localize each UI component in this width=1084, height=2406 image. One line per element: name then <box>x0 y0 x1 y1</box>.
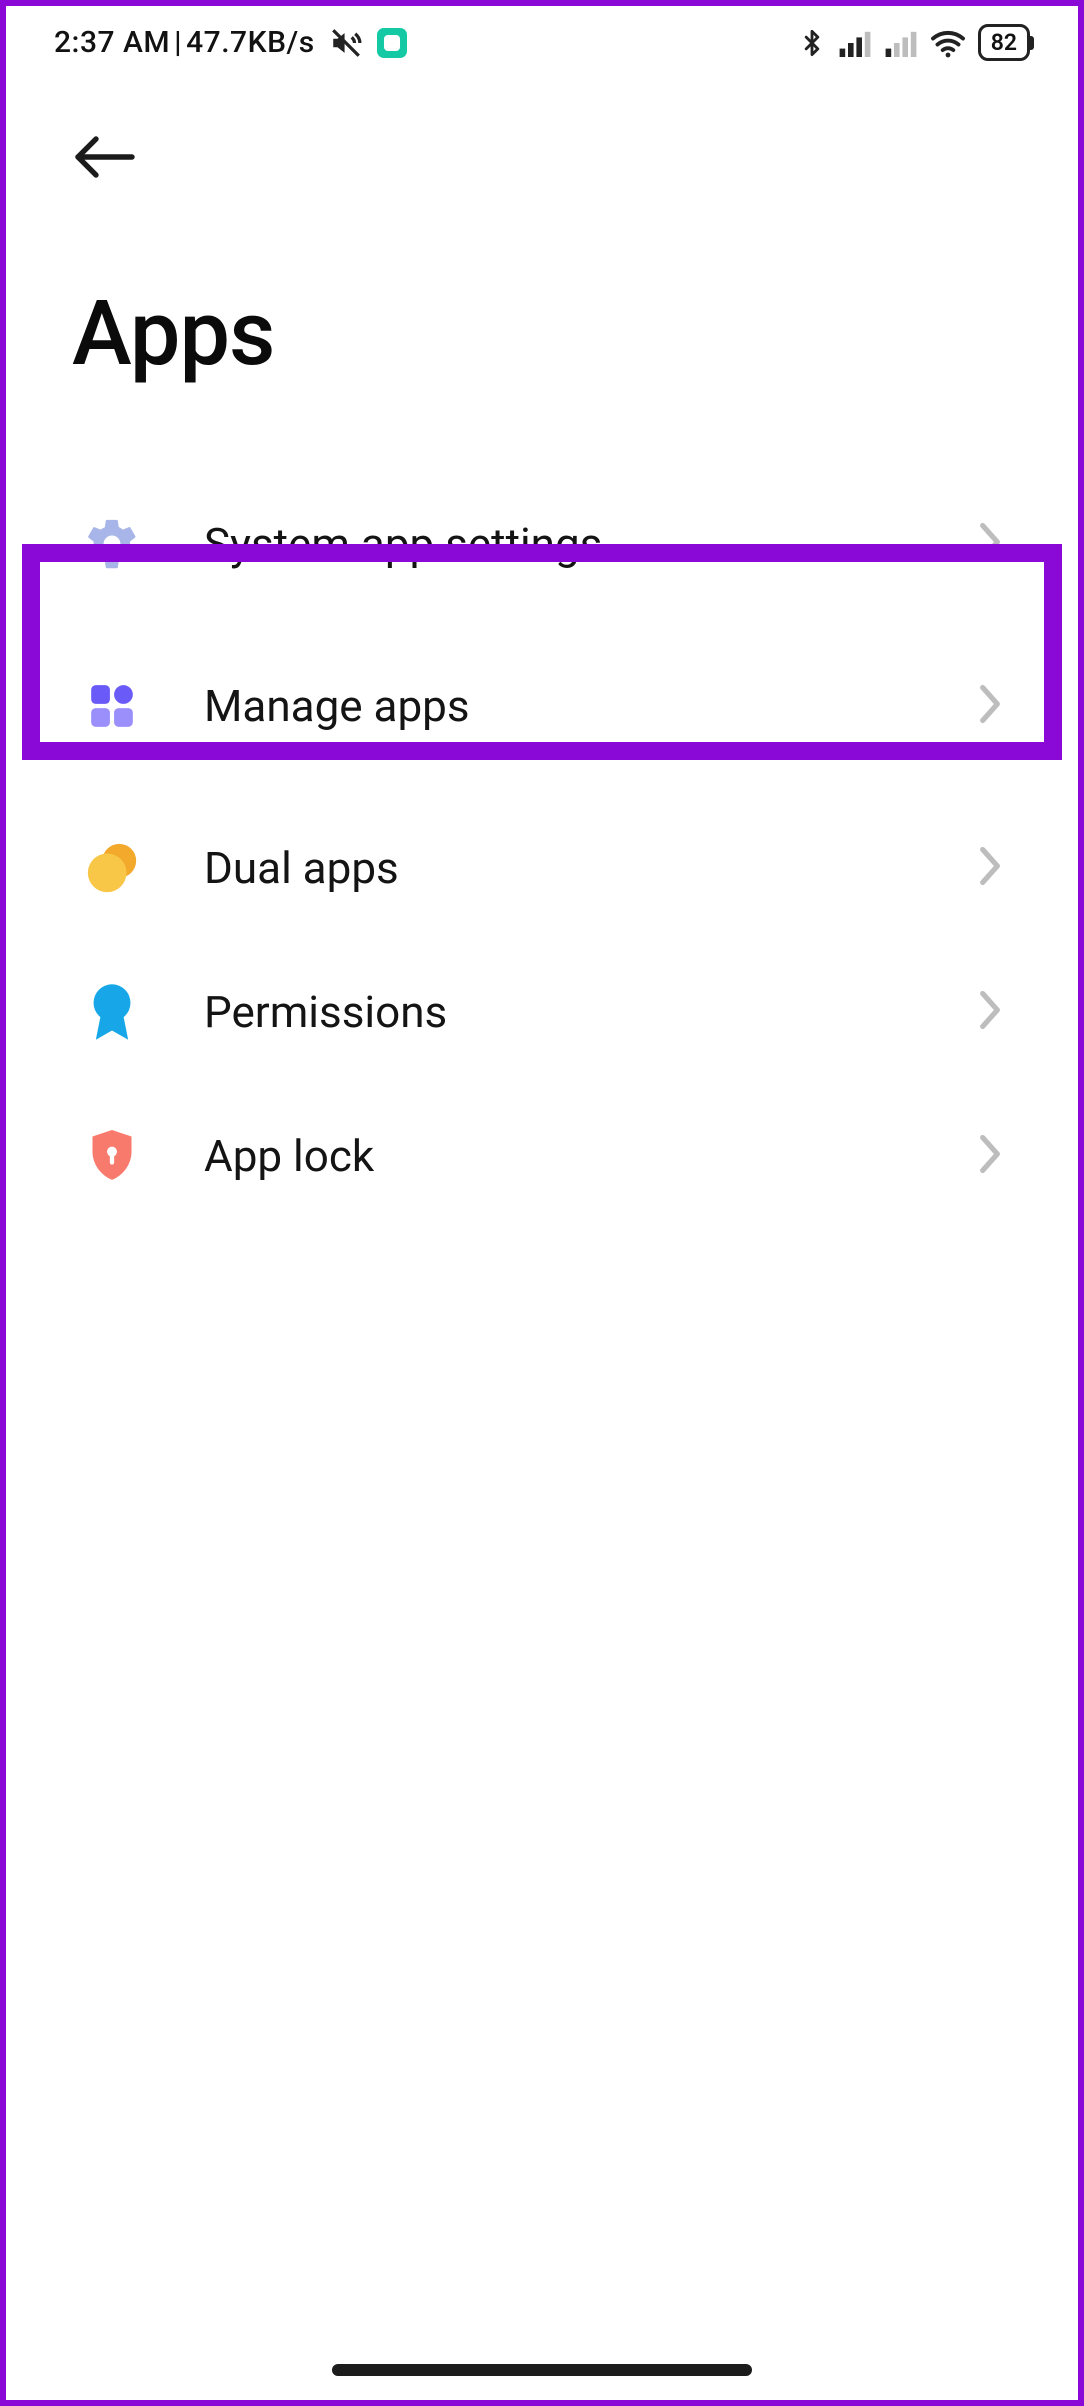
signal-weak-icon <box>884 29 918 57</box>
dual-circle-icon <box>80 836 144 900</box>
row-permissions[interactable]: Permissions <box>6 940 1078 1084</box>
nav-indicator[interactable] <box>332 2364 752 2376</box>
back-button[interactable] <box>72 133 138 181</box>
row-label: Dual apps <box>204 842 976 894</box>
arrow-left-icon <box>72 133 138 181</box>
status-time: 2:37 AM|47.7KB/s <box>54 25 315 60</box>
apps-grid-icon <box>80 674 144 738</box>
status-right: 82 <box>798 24 1030 61</box>
device-frame: 2:37 AM|47.7KB/s <box>0 0 1084 2406</box>
signal-icon <box>838 29 872 57</box>
row-label: App lock <box>204 1130 976 1182</box>
battery-percent: 82 <box>991 29 1017 56</box>
mute-icon <box>329 26 363 60</box>
bluetooth-icon <box>798 26 826 60</box>
row-label: Manage apps <box>204 680 976 732</box>
row-label: Permissions <box>204 986 976 1038</box>
settings-list: System app settings Manage apps <box>6 410 1078 1228</box>
chevron-right-icon <box>976 988 1004 1036</box>
wifi-icon <box>930 28 966 58</box>
chevron-right-icon <box>976 844 1004 892</box>
row-dual-apps[interactable]: Dual apps <box>6 796 1078 940</box>
chevron-right-icon <box>976 520 1004 568</box>
gear-icon <box>80 512 144 576</box>
chevron-right-icon <box>976 682 1004 730</box>
page-title: Apps <box>72 281 1012 386</box>
award-icon <box>80 980 144 1044</box>
battery-icon: 82 <box>978 24 1030 61</box>
shield-lock-icon <box>80 1124 144 1188</box>
row-system-app-settings[interactable]: System app settings <box>6 472 1078 616</box>
app-badge-icon <box>377 28 407 58</box>
status-bar: 2:37 AM|47.7KB/s <box>6 6 1078 71</box>
row-label: System app settings <box>204 518 976 570</box>
chevron-right-icon <box>976 1132 1004 1180</box>
status-left: 2:37 AM|47.7KB/s <box>54 25 407 60</box>
row-manage-apps[interactable]: Manage apps <box>6 616 1078 796</box>
page-header: Apps <box>6 71 1078 410</box>
row-app-lock[interactable]: App lock <box>6 1084 1078 1228</box>
